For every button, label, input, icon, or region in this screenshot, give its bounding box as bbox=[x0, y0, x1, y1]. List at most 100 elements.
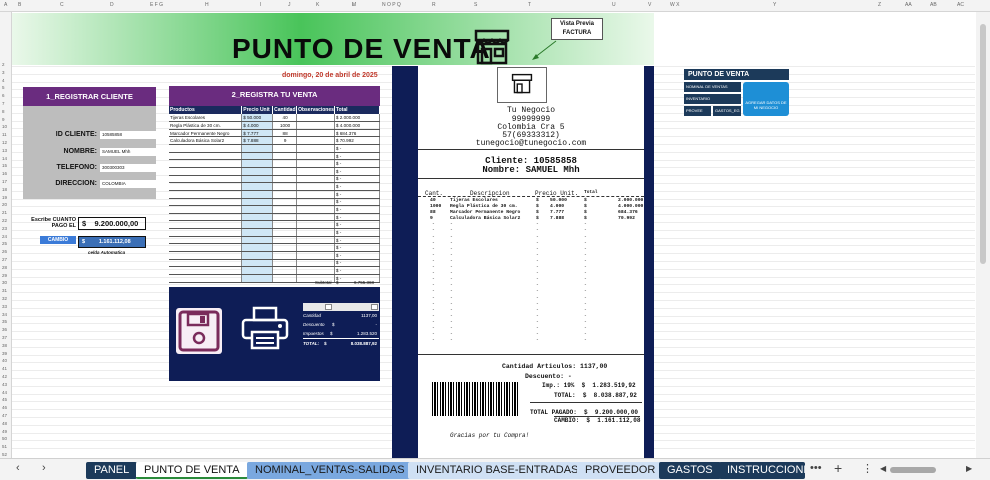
row-label[interactable]: 18 bbox=[2, 187, 7, 192]
sale-cell[interactable] bbox=[169, 228, 243, 237]
column-label[interactable]: J bbox=[288, 2, 291, 8]
sale-cell[interactable]: 40 bbox=[272, 114, 298, 123]
sale-cell[interactable] bbox=[241, 198, 274, 207]
sale-cell[interactable] bbox=[272, 213, 298, 222]
row-label[interactable]: 48 bbox=[2, 421, 7, 426]
sale-cell[interactable] bbox=[241, 259, 274, 268]
sale-cell[interactable] bbox=[241, 152, 274, 161]
row-label[interactable]: 47 bbox=[2, 413, 7, 418]
hscroll-right-icon[interactable]: ▶ bbox=[966, 464, 972, 473]
sale-cell[interactable] bbox=[272, 228, 298, 237]
sale-cell[interactable] bbox=[272, 182, 298, 191]
row-label[interactable]: 40 bbox=[2, 358, 7, 363]
row-label[interactable]: 23 bbox=[2, 226, 7, 231]
column-label[interactable]: B bbox=[18, 2, 21, 8]
sale-cell[interactable] bbox=[272, 236, 298, 245]
sale-cell[interactable] bbox=[241, 175, 274, 184]
row-label[interactable]: 31 bbox=[2, 288, 7, 293]
sale-cell[interactable]: $ - bbox=[334, 205, 381, 214]
sale-cell[interactable] bbox=[296, 159, 335, 168]
sale-table-row[interactable]: $ - bbox=[169, 259, 381, 268]
more-tabs-icon[interactable]: ••• bbox=[810, 462, 822, 474]
sale-cell[interactable] bbox=[169, 220, 243, 230]
row-label[interactable]: 24 bbox=[2, 234, 7, 239]
column-label[interactable]: R bbox=[432, 2, 436, 8]
row-label[interactable]: 28 bbox=[2, 265, 7, 270]
sale-cell[interactable] bbox=[296, 236, 335, 245]
sale-cell[interactable]: $ 70.992 bbox=[334, 136, 381, 146]
column-label[interactable]: M bbox=[352, 2, 356, 8]
print-icon[interactable] bbox=[240, 306, 290, 350]
sale-table-row[interactable]: $ - bbox=[169, 243, 381, 253]
sale-cell[interactable] bbox=[272, 159, 298, 168]
inventario-button[interactable]: INVENTARIO bbox=[684, 94, 741, 104]
sale-cell[interactable] bbox=[241, 182, 274, 191]
sale-cell[interactable]: $ - bbox=[334, 259, 381, 268]
sale-cell[interactable]: $ - bbox=[334, 159, 381, 168]
sale-cell[interactable] bbox=[296, 114, 335, 123]
row-label[interactable]: 34 bbox=[2, 312, 7, 317]
sale-cell[interactable] bbox=[169, 144, 243, 153]
sale-cell[interactable] bbox=[241, 236, 274, 245]
column-label[interactable]: T bbox=[528, 2, 531, 8]
sale-cell[interactable]: Regla Plástica de 30 cm. bbox=[169, 121, 243, 130]
sale-table-row[interactable]: $ - bbox=[169, 266, 381, 275]
column-label[interactable]: A bbox=[4, 2, 7, 8]
sale-cell[interactable]: 88 bbox=[272, 129, 298, 138]
sale-cell[interactable] bbox=[272, 259, 298, 268]
sale-cell[interactable] bbox=[296, 198, 335, 207]
filter-dropdown-icon-2[interactable] bbox=[371, 304, 378, 310]
sale-cell[interactable]: $ 4.000.000 bbox=[334, 121, 381, 130]
sale-cell[interactable] bbox=[272, 266, 298, 275]
sale-cell[interactable]: $ - bbox=[334, 190, 381, 199]
row-label[interactable]: 17 bbox=[2, 179, 7, 184]
sale-table-row[interactable]: $ - bbox=[169, 159, 381, 168]
client-phone-field[interactable]: 300300303 bbox=[100, 164, 170, 172]
tab-inventario[interactable]: INVENTARIO BASE-ENTRADAS bbox=[408, 462, 587, 479]
sale-cell[interactable]: Calculadora Básica Solar2 bbox=[169, 136, 243, 146]
sale-cell[interactable] bbox=[296, 121, 335, 130]
sale-table-row[interactable]: $ - bbox=[169, 175, 381, 184]
sale-cell[interactable] bbox=[272, 167, 298, 176]
tab-panel[interactable]: PANEL bbox=[86, 462, 138, 479]
column-label[interactable]: I bbox=[260, 2, 261, 8]
sale-table-row[interactable]: $ - bbox=[169, 213, 381, 222]
sale-cell[interactable] bbox=[169, 159, 243, 168]
row-label[interactable]: 32 bbox=[2, 296, 7, 301]
client-id-field[interactable]: 10585858 bbox=[100, 131, 170, 139]
sale-table-row[interactable]: $ - bbox=[169, 190, 381, 199]
tab-prev-icon[interactable]: ‹ bbox=[16, 462, 20, 474]
sale-cell[interactable] bbox=[272, 144, 298, 153]
row-label[interactable]: 20 bbox=[2, 202, 7, 207]
sale-cell[interactable] bbox=[169, 236, 243, 245]
gastos-button[interactable]: GASTOS_EG bbox=[713, 106, 741, 116]
column-label[interactable]: K bbox=[316, 2, 319, 8]
row-label[interactable]: 38 bbox=[2, 343, 7, 348]
row-label[interactable]: 10 bbox=[2, 124, 7, 129]
add-sheet-icon[interactable]: + bbox=[834, 460, 842, 476]
column-label[interactable]: H bbox=[205, 2, 209, 8]
row-label[interactable]: 29 bbox=[2, 273, 7, 278]
column-label[interactable]: V bbox=[648, 2, 651, 8]
sale-cell[interactable] bbox=[296, 205, 335, 214]
sale-cell[interactable] bbox=[241, 213, 274, 222]
row-label[interactable]: 52 bbox=[2, 452, 7, 457]
row-label[interactable]: 9 bbox=[2, 117, 5, 122]
row-label[interactable]: 25 bbox=[2, 241, 7, 246]
sale-cell[interactable] bbox=[296, 228, 335, 237]
horizontal-scroll-thumb[interactable] bbox=[890, 467, 936, 473]
column-label[interactable]: N O P Q bbox=[382, 2, 401, 8]
sale-cell[interactable]: $ - bbox=[334, 182, 381, 191]
row-label[interactable]: 35 bbox=[2, 319, 7, 324]
sale-cell[interactable]: 9 bbox=[272, 136, 298, 146]
sale-cell[interactable]: $ - bbox=[334, 213, 381, 222]
row-label[interactable]: 26 bbox=[2, 249, 7, 254]
proveedor-button[interactable]: PROVEE bbox=[684, 106, 711, 116]
sale-cell[interactable]: $ - bbox=[334, 266, 381, 275]
sale-cell[interactable]: $ - bbox=[334, 144, 381, 153]
sale-cell[interactable] bbox=[241, 251, 274, 260]
sale-table-row[interactable]: $ - bbox=[169, 152, 381, 161]
row-label[interactable]: 33 bbox=[2, 304, 7, 309]
sale-table-row[interactable]: $ - bbox=[169, 220, 381, 230]
sale-cell[interactable]: $ - bbox=[334, 152, 381, 161]
